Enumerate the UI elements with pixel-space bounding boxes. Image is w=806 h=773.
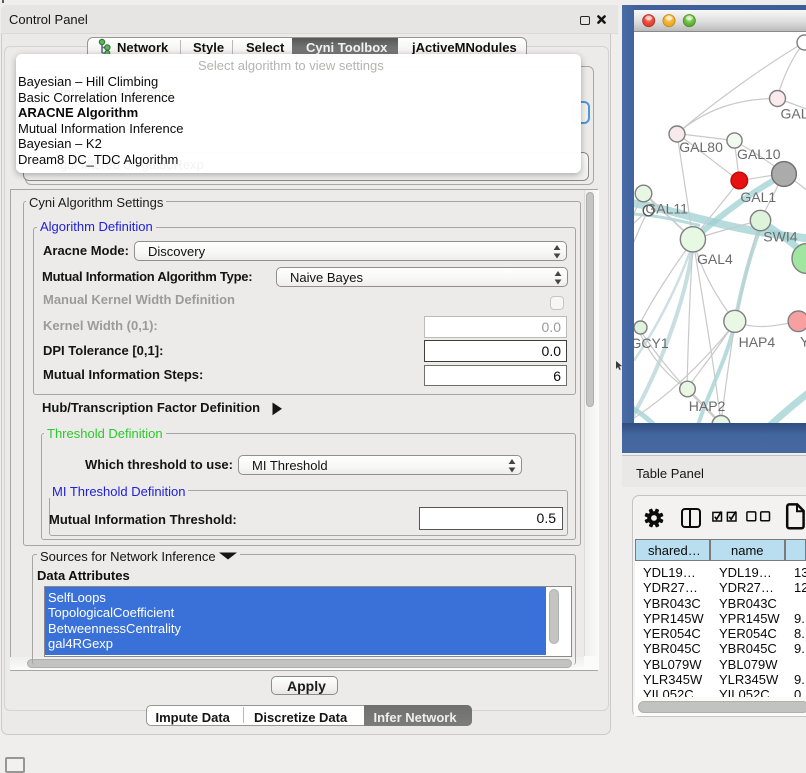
svg-text:GAL1: GAL1 [740,188,776,204]
svg-text:GAL: GAL [781,105,806,121]
svg-text:GAL10: GAL10 [737,146,781,162]
svg-text:GAL11: GAL11 [645,200,688,216]
svg-text:SWI4: SWI4 [763,228,797,244]
svg-text:GAL80: GAL80 [679,139,723,155]
svg-text:Y: Y [800,333,806,349]
svg-text:HAP4: HAP4 [739,334,776,350]
svg-text:GCY1: GCY1 [634,335,669,351]
svg-text:GAL4: GAL4 [697,251,733,267]
svg-text:HAP2: HAP2 [689,398,726,414]
